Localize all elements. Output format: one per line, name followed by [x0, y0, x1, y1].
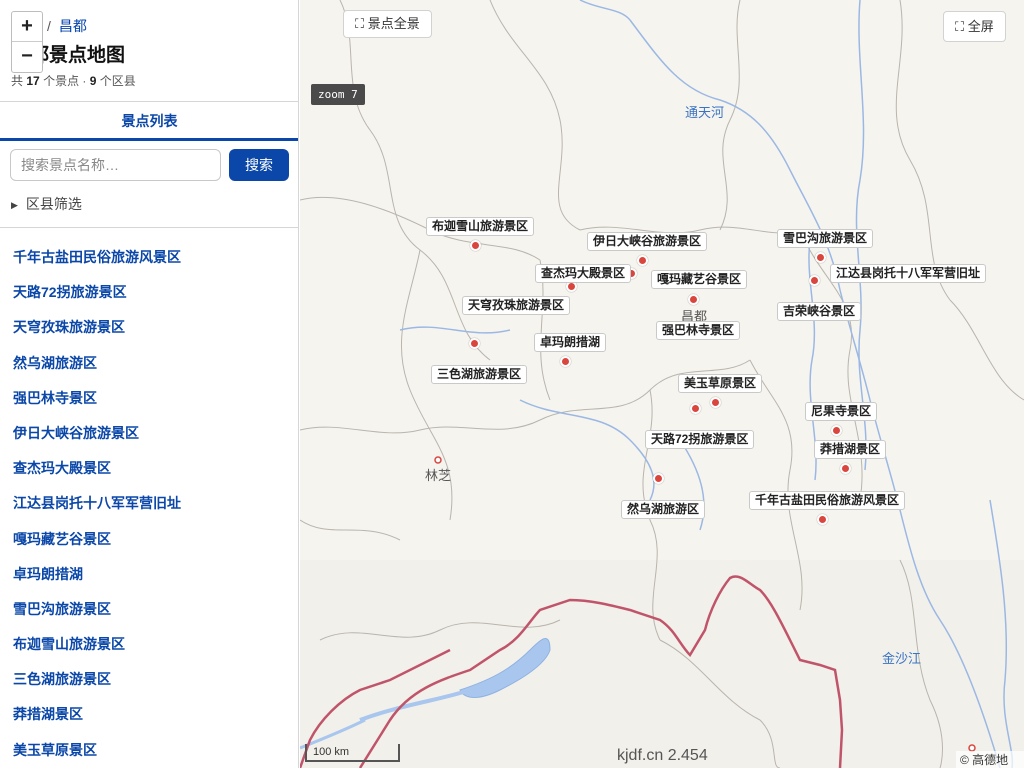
- breadcrumb-separator: /: [47, 18, 51, 34]
- summary-text: 共 17 个景点 · 9 个区县: [11, 72, 136, 89]
- spot-list-item[interactable]: 嘎玛藏艺谷景区: [0, 522, 298, 557]
- map-marker[interactable]: [814, 251, 826, 263]
- map-label-sanse[interactable]: 三色湖旅游景区: [431, 365, 528, 384]
- map-marker[interactable]: [468, 337, 480, 349]
- divider: [0, 227, 298, 228]
- county-filter-label: 区县筛选: [25, 196, 82, 212]
- map-marker[interactable]: [808, 274, 820, 286]
- county-count: 9: [89, 74, 97, 88]
- spot-list-item[interactable]: 伊日大峡谷旅游景区: [0, 416, 298, 451]
- summary-prefix: 共: [11, 74, 24, 88]
- map-label-tianlu[interactable]: 天路72拐旅游景区: [645, 430, 755, 449]
- map-marker[interactable]: [559, 355, 571, 367]
- zoom-level-badge: zoom 7: [311, 84, 365, 105]
- spot-list-item[interactable]: 布迦雪山旅游景区: [0, 627, 298, 662]
- map-label-chajie[interactable]: 查杰玛大殿景区: [535, 264, 632, 283]
- map-marker[interactable]: [689, 402, 701, 414]
- spot-list-item[interactable]: 然乌湖旅游区: [0, 346, 298, 381]
- map-label-ranwu[interactable]: 然乌湖旅游区: [621, 500, 706, 519]
- map-attribution[interactable]: © 高德地图: [956, 751, 1024, 768]
- map-label-gama[interactable]: 嘎玛藏艺谷景区: [651, 270, 748, 289]
- map-label-niguo[interactable]: 尼果寺景区: [805, 402, 878, 421]
- search-button[interactable]: 搜索: [229, 149, 289, 181]
- map-marker[interactable]: [636, 254, 648, 266]
- map-label-xueba[interactable]: 雪巴沟旅游景区: [777, 229, 874, 248]
- spot-list-item[interactable]: 卓玛朗措湖: [0, 557, 298, 592]
- map-marker[interactable]: [830, 424, 842, 436]
- map-marker[interactable]: [687, 293, 699, 305]
- map-marker[interactable]: [652, 472, 664, 484]
- place-label-linzhi: 林芝: [425, 468, 452, 483]
- spot-list-item[interactable]: 美玉草原景区: [0, 733, 298, 768]
- search-input[interactable]: [10, 149, 221, 181]
- zoom-in-button[interactable]: +: [12, 12, 42, 42]
- county-filter-toggle[interactable]: ▶ 区县筛选: [11, 194, 82, 214]
- zoom-out-button[interactable]: −: [12, 42, 42, 72]
- zoom-control: + −: [11, 11, 43, 73]
- spot-count: 17: [26, 74, 40, 88]
- spot-list-item[interactable]: 江达县岗托十八军军营旧址: [0, 486, 298, 521]
- county-unit: 个区县: [99, 74, 136, 88]
- triangle-right-icon: ▶: [11, 200, 18, 210]
- map-marker[interactable]: [816, 513, 828, 525]
- spot-list-item[interactable]: 莽措湖景区: [0, 697, 298, 732]
- map-label-qiannian[interactable]: 千年古盐田民俗旅游风景区: [749, 491, 906, 510]
- spot-unit: 个景点 ·: [43, 74, 87, 88]
- map-label-qiangba[interactable]: 强巴林寺景区: [656, 321, 741, 340]
- watermark-text: kjdf.cn 2.454: [617, 747, 708, 764]
- spot-list-item[interactable]: 强巴林寺景区: [0, 381, 298, 416]
- map-label-tianqiong[interactable]: 天穹孜珠旅游景区: [462, 296, 571, 315]
- spot-list-item[interactable]: 三色湖旅游景区: [0, 662, 298, 697]
- map-label-zhuoma[interactable]: 卓玛朗措湖: [534, 333, 607, 352]
- map-label-budi[interactable]: 布迦雪山旅游景区: [426, 217, 535, 236]
- map-label-jiangda[interactable]: 江达县岗托十八军军营旧址: [830, 264, 987, 283]
- spot-list-item[interactable]: 天穹孜珠旅游景区: [0, 310, 298, 345]
- spot-list-item[interactable]: 查杰玛大殿景区: [0, 451, 298, 486]
- river-label-jinsha: 金沙江: [882, 651, 922, 666]
- fullscreen-button[interactable]: ⛶ 全屏: [943, 11, 1006, 42]
- map-label-mangcuo[interactable]: 莽措湖景区: [814, 440, 887, 459]
- spot-list-item[interactable]: 天路72拐旅游景区: [0, 275, 298, 310]
- spot-list: 千年古盐田民俗旅游风景区 天路72拐旅游景区 天穹孜珠旅游景区 然乌湖旅游区 强巴林寺景…: [0, 240, 298, 768]
- breadcrumb-current-link[interactable]: 昌都: [59, 18, 87, 34]
- river-label-tongtian: 通天河: [685, 105, 725, 120]
- spot-list-item[interactable]: 千年古盐田民俗旅游风景区: [0, 240, 298, 275]
- scale-bar: 100 km: [305, 744, 400, 762]
- overview-button[interactable]: ⛶ 景点全景: [343, 10, 432, 38]
- tab-spot-list[interactable]: 景点列表: [0, 102, 298, 141]
- map-marker[interactable]: [709, 396, 721, 408]
- sidebar: 首页/昌都 昌都景点地图 共 17 个景点 · 9 个区县 景点列表 搜索 ▶区…: [0, 0, 299, 768]
- map-marker[interactable]: [469, 239, 481, 251]
- map-label-yiri[interactable]: 伊日大峡谷旅游景区: [587, 232, 708, 251]
- spot-list-item[interactable]: 雪巴沟旅游景区: [0, 592, 298, 627]
- map-label-meiyu[interactable]: 美玉草原景区: [678, 374, 763, 393]
- map-label-jirong[interactable]: 吉荣峡谷景区: [777, 302, 862, 321]
- map-marker[interactable]: [839, 462, 851, 474]
